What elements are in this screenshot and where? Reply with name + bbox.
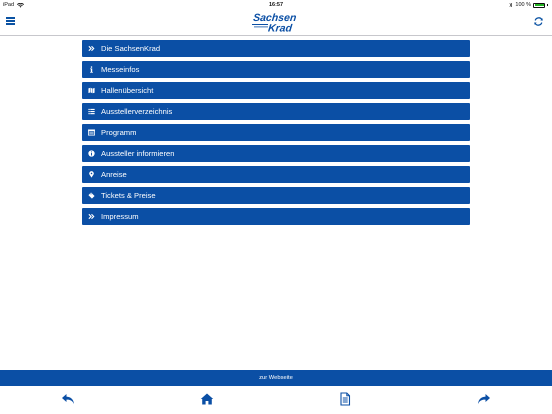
battery-icon xyxy=(533,2,545,8)
list-icon xyxy=(87,107,96,116)
menu-item-label: Aussteller informieren xyxy=(101,149,175,158)
menu-item-label: Messeinfos xyxy=(101,65,140,74)
forward-arrow-icon[interactable] xyxy=(477,392,491,406)
menu-item-label: Ausstellerverzeichnis xyxy=(101,107,173,116)
main-menu: Die SachsenKrad Messeinfos Hallenübersic… xyxy=(82,40,470,229)
menu-item-programm[interactable]: Programm xyxy=(82,124,470,141)
info-icon xyxy=(87,65,96,74)
battery-nub xyxy=(547,4,548,6)
status-time: 16:57 xyxy=(268,2,284,8)
menu-item-label: Tickets & Preise xyxy=(101,191,156,200)
menu-item-messeinfos[interactable]: Messeinfos xyxy=(82,61,470,78)
menu-item-label: Die SachsenKrad xyxy=(101,44,161,53)
bluetooth-icon xyxy=(509,2,513,8)
menu-item-tickets-preise[interactable]: Tickets & Preise xyxy=(82,187,470,204)
sachsenkrad-logo: Sachsen Krad xyxy=(252,12,297,35)
menu-item-anreise[interactable]: Anreise xyxy=(82,166,470,183)
document-icon[interactable] xyxy=(338,392,352,406)
ticket-icon xyxy=(87,191,96,200)
status-bar: iPad 16:57 100 % xyxy=(0,0,552,10)
refresh-icon[interactable] xyxy=(533,16,544,27)
website-link-bar[interactable]: zur Webseite xyxy=(0,370,552,386)
map-marker-icon xyxy=(87,170,96,179)
double-chevron-right-icon xyxy=(87,44,96,53)
menu-item-label: Hallenübersicht xyxy=(101,86,154,95)
menu-item-label: Programm xyxy=(101,128,137,137)
schedule-icon xyxy=(87,128,96,137)
website-link-label: zur Webseite xyxy=(259,375,293,381)
bottom-toolbar xyxy=(0,386,552,414)
info-circle-icon xyxy=(87,149,96,158)
back-arrow-icon[interactable] xyxy=(61,392,75,406)
status-right: 100 % xyxy=(509,2,548,8)
menu-item-hallenuebersicht[interactable]: Hallenübersicht xyxy=(82,82,470,99)
menu-item-die-sachsenkrad[interactable]: Die SachsenKrad xyxy=(82,40,470,57)
double-chevron-right-icon xyxy=(87,212,96,221)
nav-bar: Sachsen Krad xyxy=(0,10,552,36)
menu-item-impressum[interactable]: Impressum xyxy=(82,208,470,225)
home-icon[interactable] xyxy=(200,392,214,406)
menu-item-label: Impressum xyxy=(101,212,139,221)
menu-item-aussteller-informieren[interactable]: Aussteller informieren xyxy=(82,145,470,162)
hamburger-menu-icon[interactable] xyxy=(6,16,16,26)
menu-item-ausstellerverzeichnis[interactable]: Ausstellerverzeichnis xyxy=(82,103,470,120)
svg-text:Krad: Krad xyxy=(267,23,293,35)
battery-percent: 100 % xyxy=(515,2,531,8)
menu-item-label: Anreise xyxy=(101,170,127,179)
map-icon xyxy=(87,86,96,95)
